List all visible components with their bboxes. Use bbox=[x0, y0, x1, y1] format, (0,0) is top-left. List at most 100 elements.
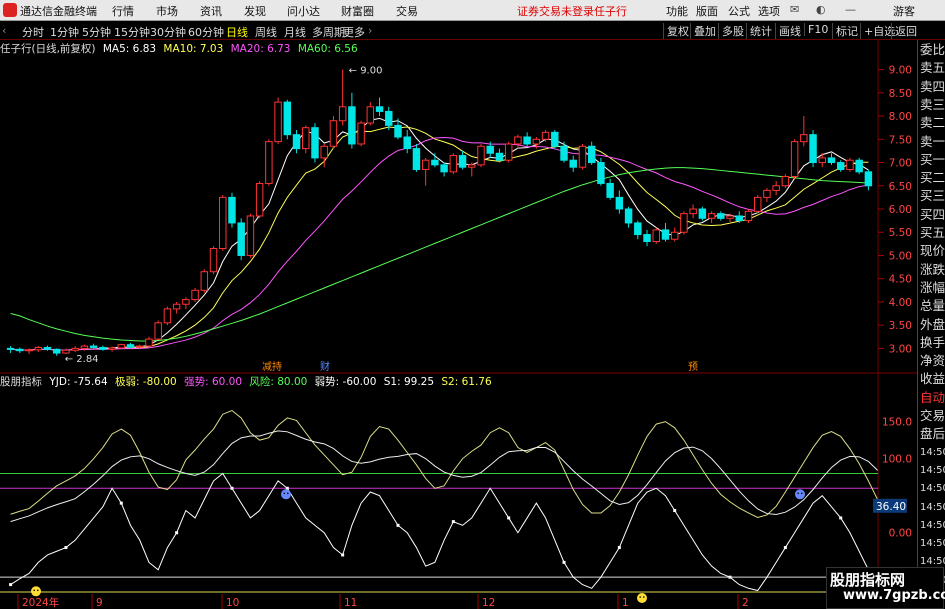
menu-hangqing[interactable]: 行情 bbox=[112, 3, 134, 19]
tf-fenshi[interactable]: 分时 bbox=[22, 24, 44, 40]
right-panel-item[interactable]: 涨幅 bbox=[920, 280, 945, 295]
right-panel-item[interactable]: 卖三 bbox=[920, 97, 945, 112]
candle-body bbox=[458, 155, 467, 168]
candle-body bbox=[34, 346, 43, 351]
guest-label[interactable]: 游客 bbox=[893, 3, 915, 19]
btn-diejia[interactable]: 叠加 bbox=[690, 23, 716, 39]
menu-faxian[interactable]: 发现 bbox=[244, 3, 266, 19]
date-tick-label: 9 bbox=[96, 597, 103, 609]
menu-jiaoyi[interactable]: 交易 bbox=[396, 3, 418, 19]
candle-body bbox=[320, 145, 328, 159]
tf-day[interactable]: 日线 bbox=[226, 24, 248, 40]
right-panel-item[interactable]: 14:50 bbox=[920, 446, 945, 460]
tf-week[interactable]: 周线 bbox=[255, 24, 277, 40]
candle-body bbox=[726, 215, 734, 219]
s2-value: S2: 61.76 bbox=[441, 376, 492, 388]
minimize-icon[interactable]: — bbox=[845, 3, 856, 16]
right-panel-item[interactable]: 卖四 bbox=[920, 79, 945, 94]
menu-xuanxiang[interactable]: 选项 bbox=[758, 3, 780, 19]
menu-wenxiaoda[interactable]: 问小达 bbox=[287, 3, 320, 19]
qiangshi-value: 强势: 60.00 bbox=[184, 376, 243, 388]
right-panel-item[interactable]: 交易 bbox=[920, 409, 945, 423]
candle-body bbox=[311, 127, 319, 159]
event-mark-yu: 预 bbox=[688, 361, 698, 373]
right-panel-item[interactable]: 总量 bbox=[920, 299, 945, 313]
right-panel-item[interactable]: 14:50 bbox=[920, 519, 945, 533]
right-panel-item[interactable]: 净资 bbox=[920, 354, 945, 368]
btn-fanhui[interactable]: 返回 bbox=[891, 23, 917, 39]
right-panel-item[interactable]: 卖五 bbox=[920, 61, 945, 75]
right-panel-item[interactable]: 14:50 bbox=[920, 501, 945, 515]
candle-body bbox=[228, 196, 236, 224]
tf-1min[interactable]: 1分钟 bbox=[50, 24, 79, 40]
yjd-dot bbox=[175, 531, 179, 535]
right-panel-item[interactable]: 买二 bbox=[920, 171, 945, 185]
right-panel-item[interactable]: 买四 bbox=[920, 207, 945, 222]
price-tick-label: 6.50 bbox=[889, 181, 912, 193]
candle-body bbox=[172, 303, 181, 310]
btn-biaoji[interactable]: 标记 bbox=[832, 23, 858, 39]
right-panel-item[interactable]: 买三 bbox=[920, 189, 945, 203]
tf-multi[interactable]: 多周期 bbox=[312, 24, 345, 40]
yjd-dot bbox=[783, 546, 787, 550]
tf-60min[interactable]: 60分钟 bbox=[188, 24, 224, 40]
date-tick-label: 10 bbox=[226, 597, 239, 609]
btn-duogu[interactable]: 多股 bbox=[718, 23, 744, 39]
right-panel-item[interactable]: 外盘 bbox=[920, 317, 945, 332]
right-panel-item[interactable]: 买五 bbox=[920, 226, 945, 240]
candle-body bbox=[108, 347, 116, 350]
tf-15min[interactable]: 15分钟 bbox=[114, 24, 150, 40]
right-panel-item[interactable]: 14:50 bbox=[920, 482, 945, 496]
right-quote-panel: 委比卖五卖四卖三卖二卖一买一买二买三买四买五现价涨跌涨幅总量外盘换手净资收益自动… bbox=[917, 40, 945, 609]
right-panel-item[interactable]: 买一 bbox=[920, 152, 945, 167]
message-icon[interactable]: ✉ bbox=[790, 3, 799, 16]
event-mark-cai: 财 bbox=[320, 360, 330, 373]
skin-icon[interactable]: ◐ bbox=[816, 3, 826, 16]
tf-more[interactable]: 更多 bbox=[343, 24, 365, 40]
menu-gongshi[interactable]: 公式 bbox=[728, 3, 750, 19]
btn-huaxian[interactable]: 画线 bbox=[775, 23, 801, 39]
tf-5min[interactable]: 5分钟 bbox=[82, 24, 111, 40]
right-panel-item[interactable]: 盘后 bbox=[920, 427, 945, 441]
candle-body bbox=[43, 346, 52, 350]
btn-zixuan[interactable]: +自选 bbox=[860, 23, 895, 39]
candle-body bbox=[468, 164, 476, 168]
candle-body bbox=[283, 101, 292, 136]
btn-tongji[interactable]: 统计 bbox=[746, 23, 772, 39]
candle-body bbox=[89, 345, 98, 348]
tf-month[interactable]: 月线 bbox=[284, 24, 306, 40]
menu-caifuquan[interactable]: 财富圈 bbox=[341, 3, 374, 19]
candle-body bbox=[6, 347, 15, 350]
yjd-dot bbox=[728, 575, 732, 579]
candle-body bbox=[643, 234, 651, 243]
right-panel-item[interactable]: 收益 bbox=[920, 372, 945, 386]
stock-name-title: 任子行 bbox=[594, 5, 627, 18]
arrow-left-icon[interactable]: ‹ bbox=[2, 24, 6, 37]
btn-f10[interactable]: F10 bbox=[804, 23, 828, 36]
menu-shichang[interactable]: 市场 bbox=[156, 3, 178, 19]
right-panel-item[interactable]: 换手 bbox=[920, 335, 945, 350]
right-panel-item[interactable]: 14:50 bbox=[920, 464, 945, 478]
btn-fuquan[interactable]: 复权 bbox=[663, 23, 689, 39]
signal-face-icon bbox=[795, 489, 805, 500]
kline-chart[interactable]: 150.0100.036.400.002024年 9 10 11 12 1 2 9.008.… bbox=[0, 40, 917, 609]
menu-banmian[interactable]: 版面 bbox=[696, 3, 718, 19]
right-panel-item[interactable]: 现价 bbox=[920, 244, 945, 258]
right-panel-item[interactable]: 卖二 bbox=[920, 116, 945, 130]
right-panel-item[interactable]: 委比 bbox=[920, 43, 945, 57]
app-logo-icon bbox=[3, 3, 17, 17]
tf-30min[interactable]: 30分钟 bbox=[150, 24, 186, 40]
right-panel-item[interactable]: 涨跌 bbox=[920, 262, 945, 277]
menu-zixun[interactable]: 资讯 bbox=[200, 3, 222, 19]
right-panel-item[interactable]: 卖一 bbox=[920, 134, 945, 149]
login-warning[interactable]: 证券交易未登录 bbox=[517, 3, 594, 19]
menu-gongneng[interactable]: 功能 bbox=[666, 3, 688, 19]
candle-body bbox=[587, 145, 596, 164]
right-panel-item[interactable]: 自动 bbox=[920, 390, 945, 405]
right-panel-item[interactable]: 14:50 bbox=[920, 537, 945, 551]
signal-face-eye bbox=[639, 596, 641, 598]
candle-body bbox=[440, 164, 448, 173]
chevron-right-icon[interactable]: › bbox=[368, 24, 372, 37]
yjd-dot bbox=[64, 546, 68, 550]
date-tick-label: 1 bbox=[622, 597, 629, 609]
